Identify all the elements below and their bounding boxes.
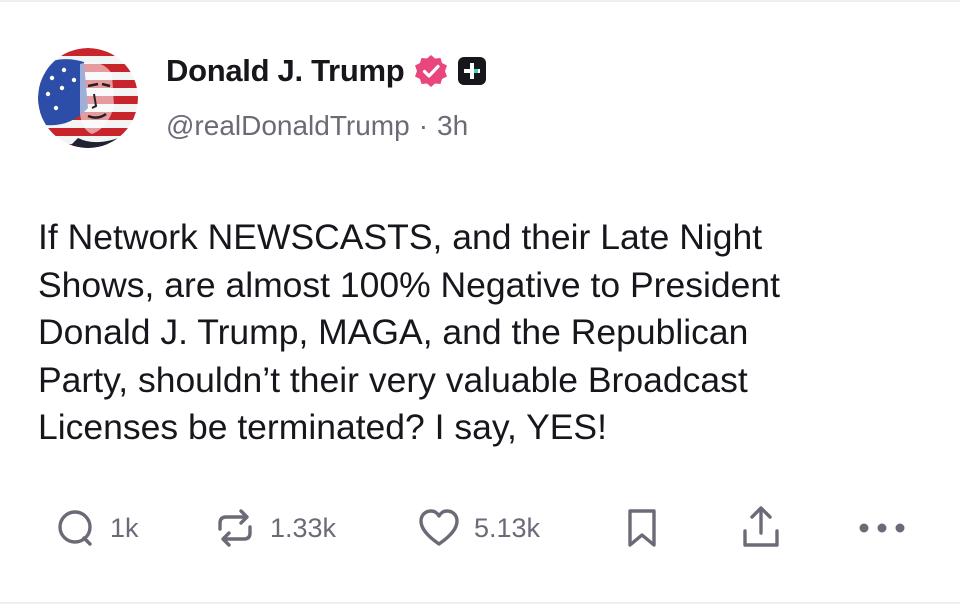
like-button[interactable]: 5.13k xyxy=(416,500,540,556)
share-upload-icon xyxy=(738,503,784,553)
author-display-name[interactable]: Donald J. Trump xyxy=(166,53,405,89)
post-timestamp[interactable]: 3h xyxy=(437,110,468,142)
plus-badge-icon xyxy=(458,57,487,85)
reply-count: 1k xyxy=(110,512,139,543)
author-handle-row: @realDonaldTrump · 3h xyxy=(166,110,468,142)
truth-post: Donald J. Trump @realDonaldTrump · 3h If… xyxy=(0,0,960,604)
more-dots-icon xyxy=(856,518,908,538)
more-options-button[interactable] xyxy=(856,500,908,556)
like-count: 5.13k xyxy=(474,512,541,543)
separator-dot: · xyxy=(418,110,429,141)
heart-icon xyxy=(416,506,462,550)
reply-bubble-icon xyxy=(54,506,98,550)
post-body-text: If Network NEWSCASTS, and their Late Nig… xyxy=(38,217,780,447)
retruth-button[interactable]: 1.33k xyxy=(212,500,336,556)
post-action-bar: 1k 1.33k 5.13k xyxy=(0,500,960,556)
author-name-row: Donald J. Trump xyxy=(166,50,487,92)
flag-portrait-avatar xyxy=(38,48,138,148)
share-button[interactable] xyxy=(738,500,784,556)
reply-button[interactable]: 1k xyxy=(54,500,139,556)
author-avatar[interactable] xyxy=(38,48,138,148)
verified-badge-icon xyxy=(414,54,448,88)
repost-arrows-icon xyxy=(212,505,258,551)
bookmark-icon xyxy=(622,505,662,551)
retruth-count: 1.33k xyxy=(270,512,337,543)
author-handle[interactable]: @realDonaldTrump xyxy=(166,110,410,142)
bookmark-button[interactable] xyxy=(622,500,662,556)
